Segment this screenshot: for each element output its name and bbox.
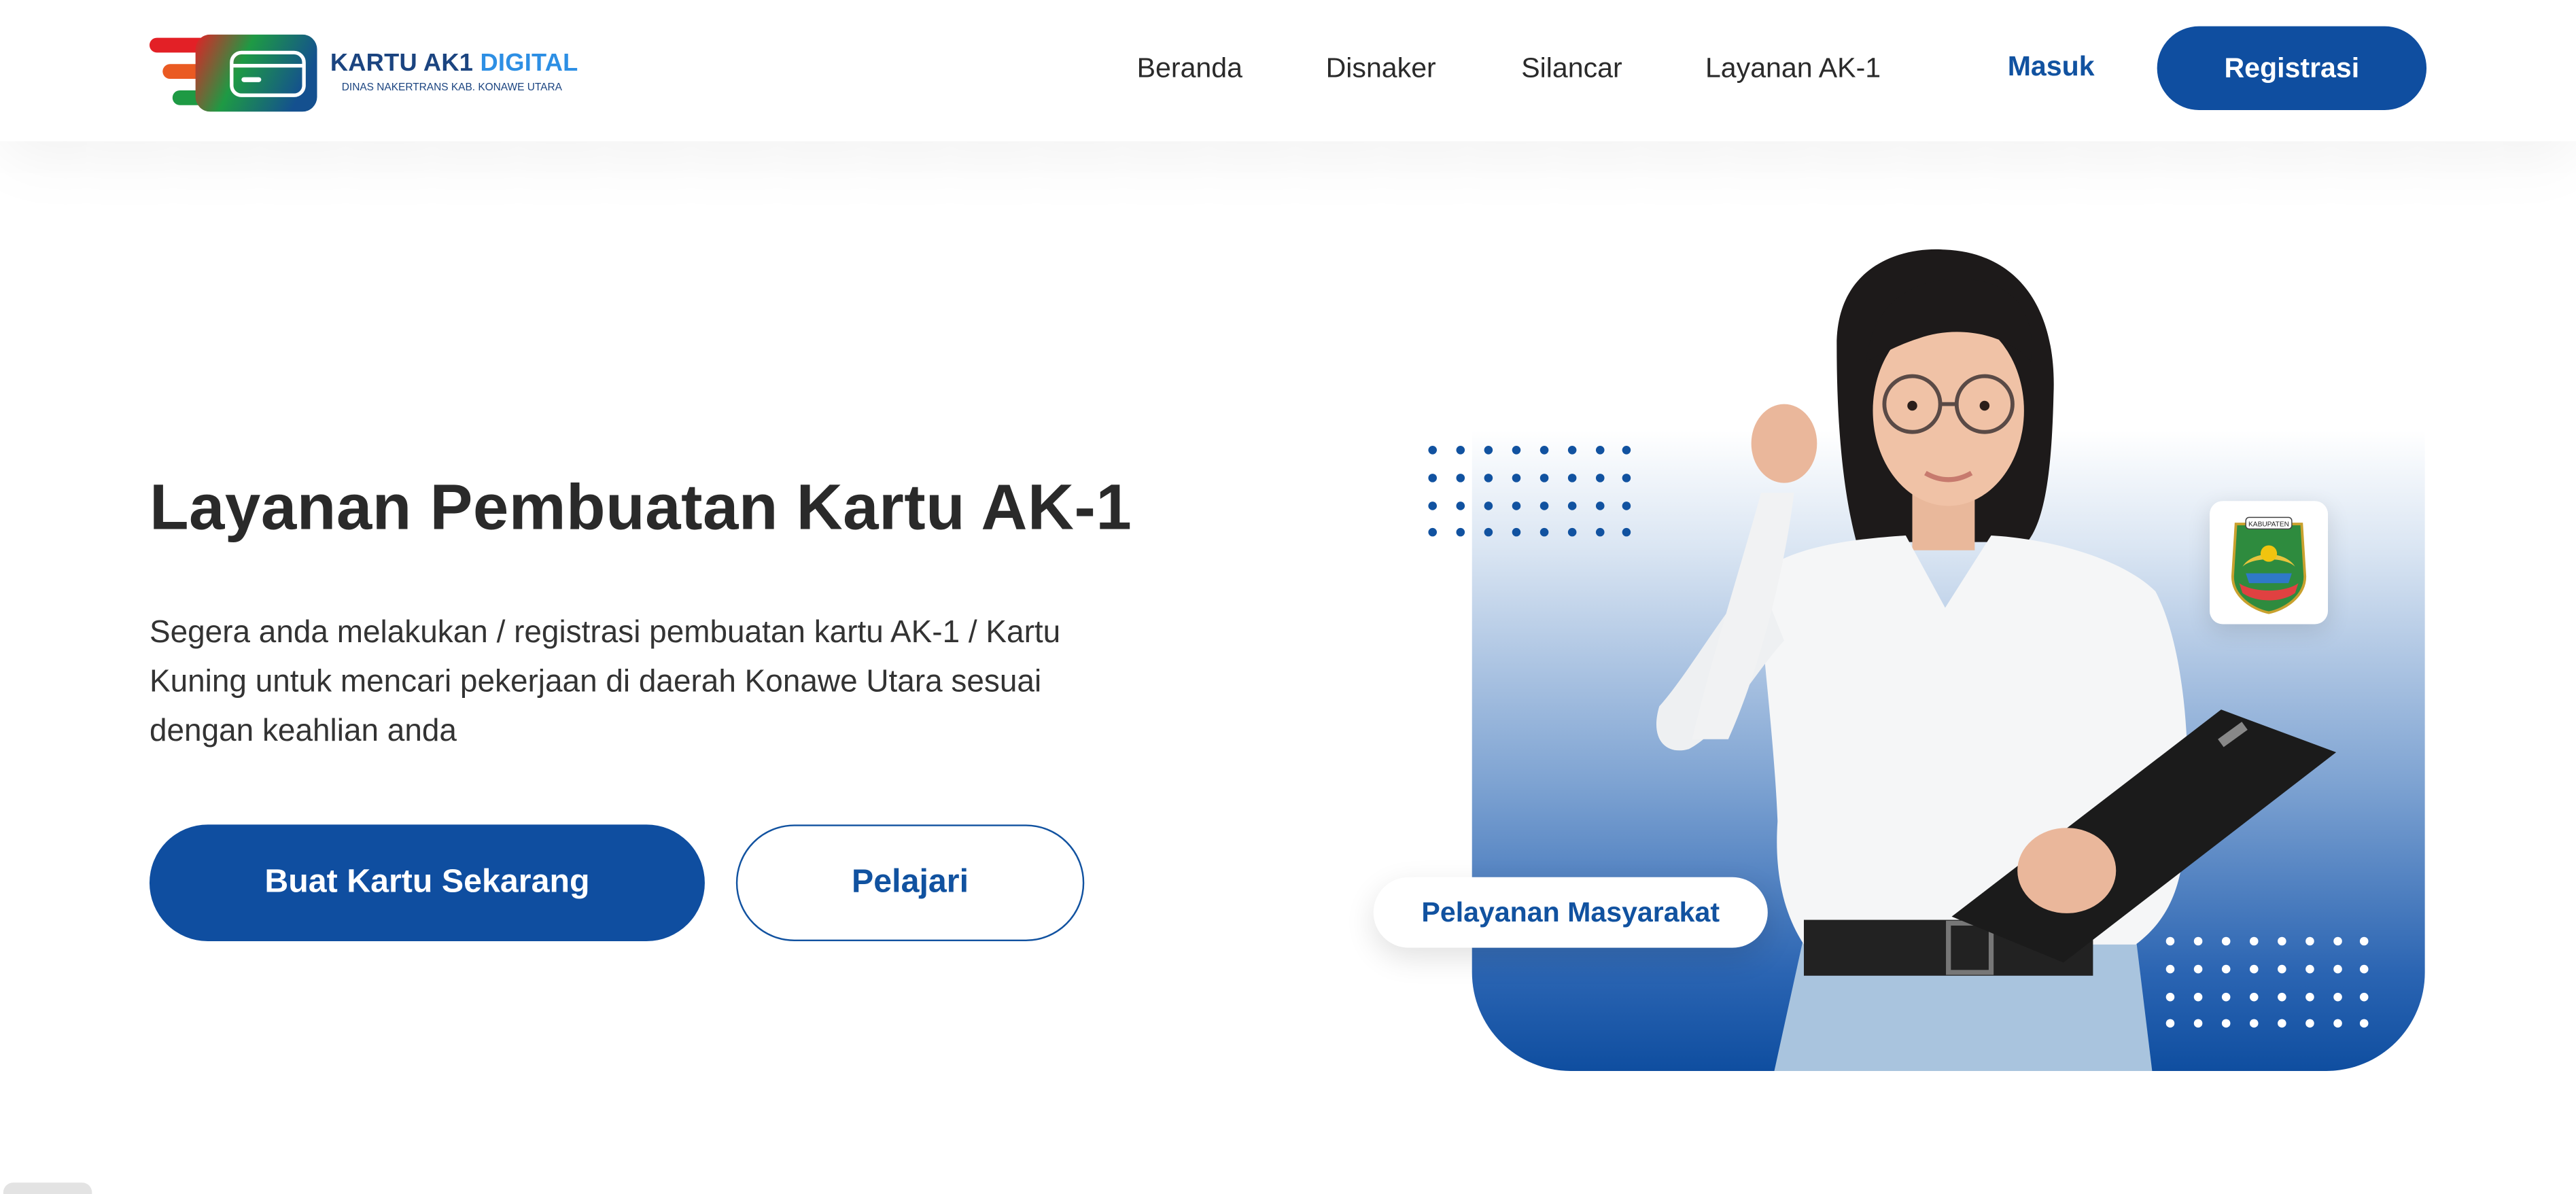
logo-subtitle: DINAS NAKERTRANS KAB. KONAWE UTARA (341, 82, 562, 94)
emblem-label: KABUPATEN (2248, 521, 2289, 529)
dot-pattern-dark (1428, 446, 1631, 537)
learn-more-button[interactable]: Pelajari (735, 824, 1085, 941)
nav-item-disnaker[interactable]: Disnaker (1326, 52, 1436, 85)
regency-emblem-icon: KABUPATEN (2231, 516, 2307, 614)
create-card-button[interactable]: Buat Kartu Sekarang (149, 824, 705, 941)
register-button[interactable]: Registrasi (2157, 26, 2427, 110)
card-logo-icon (149, 34, 317, 112)
nav-item-layanan-ak1[interactable]: Layanan AK-1 (1705, 52, 1881, 85)
public-service-badge: Pelayanan Masyarakat (1373, 877, 1768, 948)
nav-item-beranda[interactable]: Beranda (1137, 52, 1242, 85)
site-logo[interactable]: KARTU AK1 DIGITAL DINAS NAKERTRANS KAB. … (149, 34, 593, 113)
hero-title: Layanan Pembuatan Kartu AK-1 (149, 473, 1132, 544)
logo-title-accent: DIGITAL (480, 49, 578, 77)
page: KARTU AK1 DIGITAL DINAS NAKERTRANS KAB. … (0, 0, 2576, 1194)
regency-emblem-card: KABUPATEN (2209, 501, 2329, 625)
dot-pattern-light (2165, 936, 2369, 1028)
nav-item-silancar[interactable]: Silancar (1521, 52, 1622, 85)
site-header: KARTU AK1 DIGITAL DINAS NAKERTRANS KAB. … (0, 0, 2576, 141)
logo-title: KARTU AK1 DIGITAL (330, 50, 578, 77)
scroll-handle[interactable] (3, 1182, 92, 1194)
logo-title-main: KARTU AK1 (330, 49, 474, 77)
hero-description: Segera anda melakukan / registrasi pembu… (149, 616, 1061, 750)
login-link[interactable]: Masuk (2008, 51, 2095, 84)
